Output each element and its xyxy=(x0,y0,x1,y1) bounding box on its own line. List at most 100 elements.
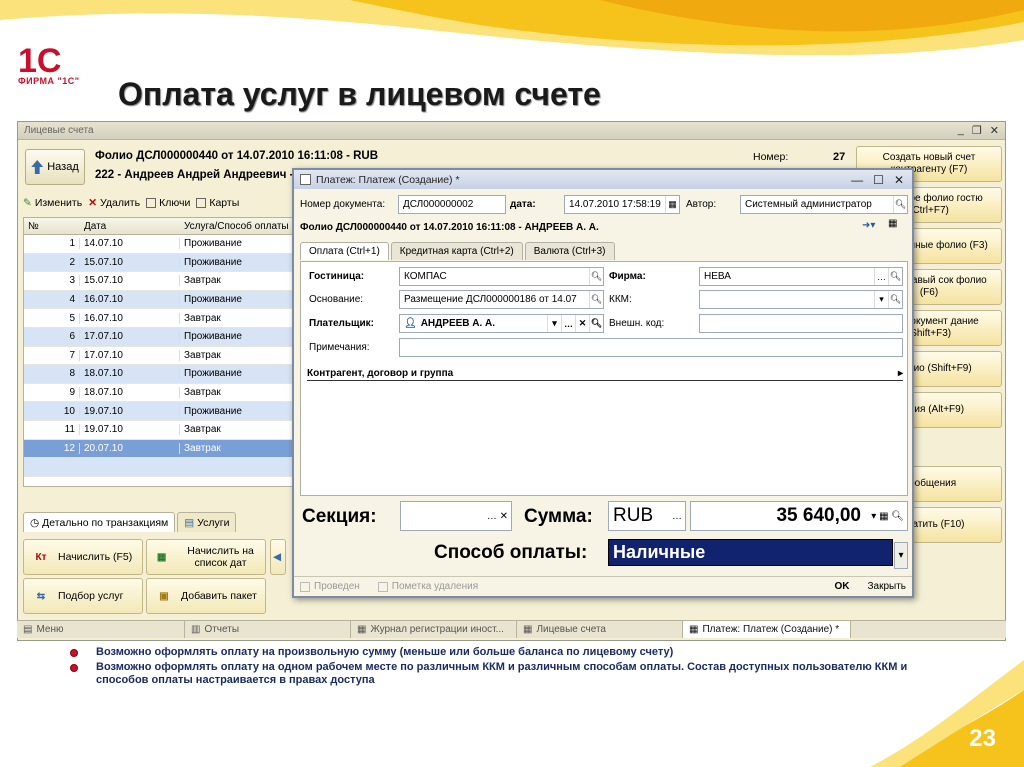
date-field[interactable]: 14.07.2010 17:58:19 ▦ xyxy=(564,195,680,214)
tab-services[interactable]: ▤ Услуги xyxy=(177,512,237,532)
table-row-empty xyxy=(24,458,298,477)
table-row[interactable]: 11 19.07.10 Завтрак xyxy=(24,421,298,440)
ellipsis-icon[interactable]: … xyxy=(874,268,888,285)
search-icon[interactable]: 🔍︎ xyxy=(893,196,907,213)
payer-label: Плательщик: xyxy=(309,318,374,329)
notes-field[interactable] xyxy=(399,338,903,357)
charge-icon: Кт xyxy=(35,551,47,563)
calculator-icon[interactable]: ▾ ▦ 🔍︎ xyxy=(871,511,904,522)
cards-button[interactable]: Карты xyxy=(196,197,239,209)
row-service: Завтрак xyxy=(180,349,298,361)
doc-number-field[interactable]: ДСЛ000000002 xyxy=(398,195,506,214)
calendar-icon: ▦ xyxy=(156,551,167,563)
currency-field[interactable]: RUB … xyxy=(608,501,686,531)
restore-icon[interactable]: ❐ xyxy=(972,124,982,137)
table-row[interactable]: 2 15.07.10 Проживание xyxy=(24,253,298,273)
row-date: 17.07.10 xyxy=(80,349,180,361)
deletion-mark-checkbox[interactable]: Пометка удаления xyxy=(377,581,478,592)
task-reports[interactable]: ▥ Отчеты xyxy=(185,621,351,638)
search-icon[interactable]: 🔍︎ xyxy=(888,291,902,308)
task-payment[interactable]: ▦ Платеж: Платеж (Создание) * xyxy=(683,621,851,638)
row-date: 16.07.10 xyxy=(80,294,180,306)
number-value: 27 xyxy=(833,151,846,163)
add-package-button[interactable]: ▣ Добавить пакет xyxy=(146,578,266,614)
task-folios[interactable]: ▦ Лицевые счета xyxy=(517,621,683,638)
close-button[interactable]: Закрыть xyxy=(867,581,906,592)
basis-field[interactable]: Размещение ДСЛ000000186 от 14.07 🔍︎ xyxy=(399,290,604,309)
charge-button[interactable]: Кт Начислить (F5) xyxy=(23,539,143,575)
tab-currency[interactable]: Валюта (Ctrl+3) xyxy=(524,242,615,260)
minimize-icon[interactable]: — xyxy=(851,173,863,187)
table-row[interactable]: 12 20.07.10 Завтрак xyxy=(24,439,298,459)
row-service: Проживание xyxy=(180,256,298,268)
search-icon[interactable]: 🔍︎ xyxy=(589,315,603,332)
basis-label: Основание: xyxy=(309,294,364,305)
column-header-service[interactable]: Услуга/Способ оплаты xyxy=(180,221,298,232)
checkbox-icon xyxy=(377,581,388,592)
tab-credit-card[interactable]: Кредитная карта (Ctrl+2) xyxy=(390,242,523,260)
tab-transactions-detail[interactable]: ◷ Детально по транзакциям xyxy=(23,512,176,532)
keys-button[interactable]: Ключи xyxy=(146,197,190,209)
row-date: 14.07.10 xyxy=(80,238,180,250)
section-field[interactable]: … ✕ xyxy=(400,501,512,531)
back-button[interactable]: Назад xyxy=(25,149,85,185)
sum-field[interactable]: 35 640,00 ▾ ▦ 🔍︎ xyxy=(690,501,908,531)
table-row[interactable]: 1 14.07.10 Проживание xyxy=(24,235,298,254)
pick-services-button[interactable]: ⇆ Подбор услуг xyxy=(23,578,143,614)
row-service: Завтрак xyxy=(180,275,298,287)
keyboard-icon[interactable]: ▦ xyxy=(888,218,897,229)
table-row[interactable]: 10 19.07.10 Проживание xyxy=(24,402,298,421)
clear-icon[interactable]: ✕ xyxy=(575,315,589,332)
dialog-title: Платеж: Платеж (Создание) * xyxy=(316,173,460,186)
table-row[interactable]: 4 16.07.10 Проживание xyxy=(24,290,298,310)
close-icon[interactable]: ✕ xyxy=(894,173,904,187)
firm-field[interactable]: НЕВА … 🔍︎ xyxy=(699,267,903,286)
edit-button[interactable]: ✎ Изменить xyxy=(23,197,82,209)
ellipsis-icon[interactable]: … xyxy=(561,315,575,332)
column-header-number[interactable]: № xyxy=(24,221,80,232)
send-arrow-icon[interactable]: ➜▾ xyxy=(862,220,875,231)
counterparty-group-toggle[interactable]: Контрагент, договор и группа ▸ xyxy=(307,366,903,381)
ok-button[interactable]: OK xyxy=(834,581,849,592)
ext-code-field[interactable] xyxy=(699,314,903,333)
kkm-field[interactable]: ▾ 🔍︎ xyxy=(699,290,903,309)
search-icon[interactable]: 🔍︎ xyxy=(888,268,902,285)
bullet-icon xyxy=(70,649,78,657)
tab-payment[interactable]: Оплата (Ctrl+1) xyxy=(300,242,389,260)
payer-field[interactable]: 👤︎ АНДРЕЕВ А. А. ▾… ✕ 🔍︎ xyxy=(399,314,604,333)
table-row[interactable]: 6 17.07.10 Проживание xyxy=(24,327,298,347)
row-date: 15.07.10 xyxy=(80,256,180,268)
maximize-icon[interactable]: ☐ xyxy=(873,173,884,187)
minimize-icon[interactable]: _ xyxy=(958,124,964,137)
pay-method-select[interactable]: Наличные xyxy=(608,539,893,566)
row-date: 18.07.10 xyxy=(80,368,180,380)
table-row[interactable]: 7 17.07.10 Завтрак xyxy=(24,347,298,366)
delete-button[interactable]: ✕ Удалить xyxy=(88,197,140,209)
dropdown-icon[interactable]: ▾ xyxy=(894,542,908,569)
table-row[interactable]: 8 18.07.10 Проживание xyxy=(24,365,298,384)
slide-title: Оплата услуг в лицевом счете xyxy=(118,76,601,112)
calendar-icon[interactable]: ▦ xyxy=(665,196,679,213)
search-icon[interactable]: 🔍︎ xyxy=(589,268,603,285)
column-header-date[interactable]: Дата xyxy=(80,221,180,232)
task-menu[interactable]: ▤ Меню xyxy=(17,621,185,638)
hotel-field[interactable]: КОМПАС 🔍︎ xyxy=(399,267,604,286)
table-row[interactable]: 9 18.07.10 Завтрак xyxy=(24,384,298,403)
posted-checkbox[interactable]: Проведен xyxy=(300,581,360,592)
task-registration-journal[interactable]: ▦ Журнал регистрации иност... xyxy=(351,621,517,638)
ellipsis-icon[interactable]: … xyxy=(672,511,685,522)
row-date: 19.07.10 xyxy=(80,424,180,436)
kkm-label: ККМ: xyxy=(609,294,632,305)
table-row[interactable]: 3 15.07.10 Завтрак xyxy=(24,272,298,291)
dropdown-icon[interactable]: ▾ xyxy=(547,315,561,332)
search-icon[interactable]: 🔍︎ xyxy=(589,291,603,308)
pay-method-label: Способ оплаты: xyxy=(434,542,588,563)
row-date: 20.07.10 xyxy=(80,442,180,454)
scroll-left-button[interactable]: ◀ xyxy=(270,539,286,575)
charge-dates-button[interactable]: ▦ Начислить на список дат xyxy=(146,539,266,575)
dropdown-icon[interactable]: ▾ xyxy=(874,291,888,308)
close-icon[interactable]: ✕ xyxy=(990,124,999,137)
author-field[interactable]: Системный администратор 🔍︎ xyxy=(740,195,908,214)
table-row[interactable]: 5 16.07.10 Завтрак xyxy=(24,309,298,328)
ellipsis-icon[interactable]: … ✕ xyxy=(487,511,511,522)
